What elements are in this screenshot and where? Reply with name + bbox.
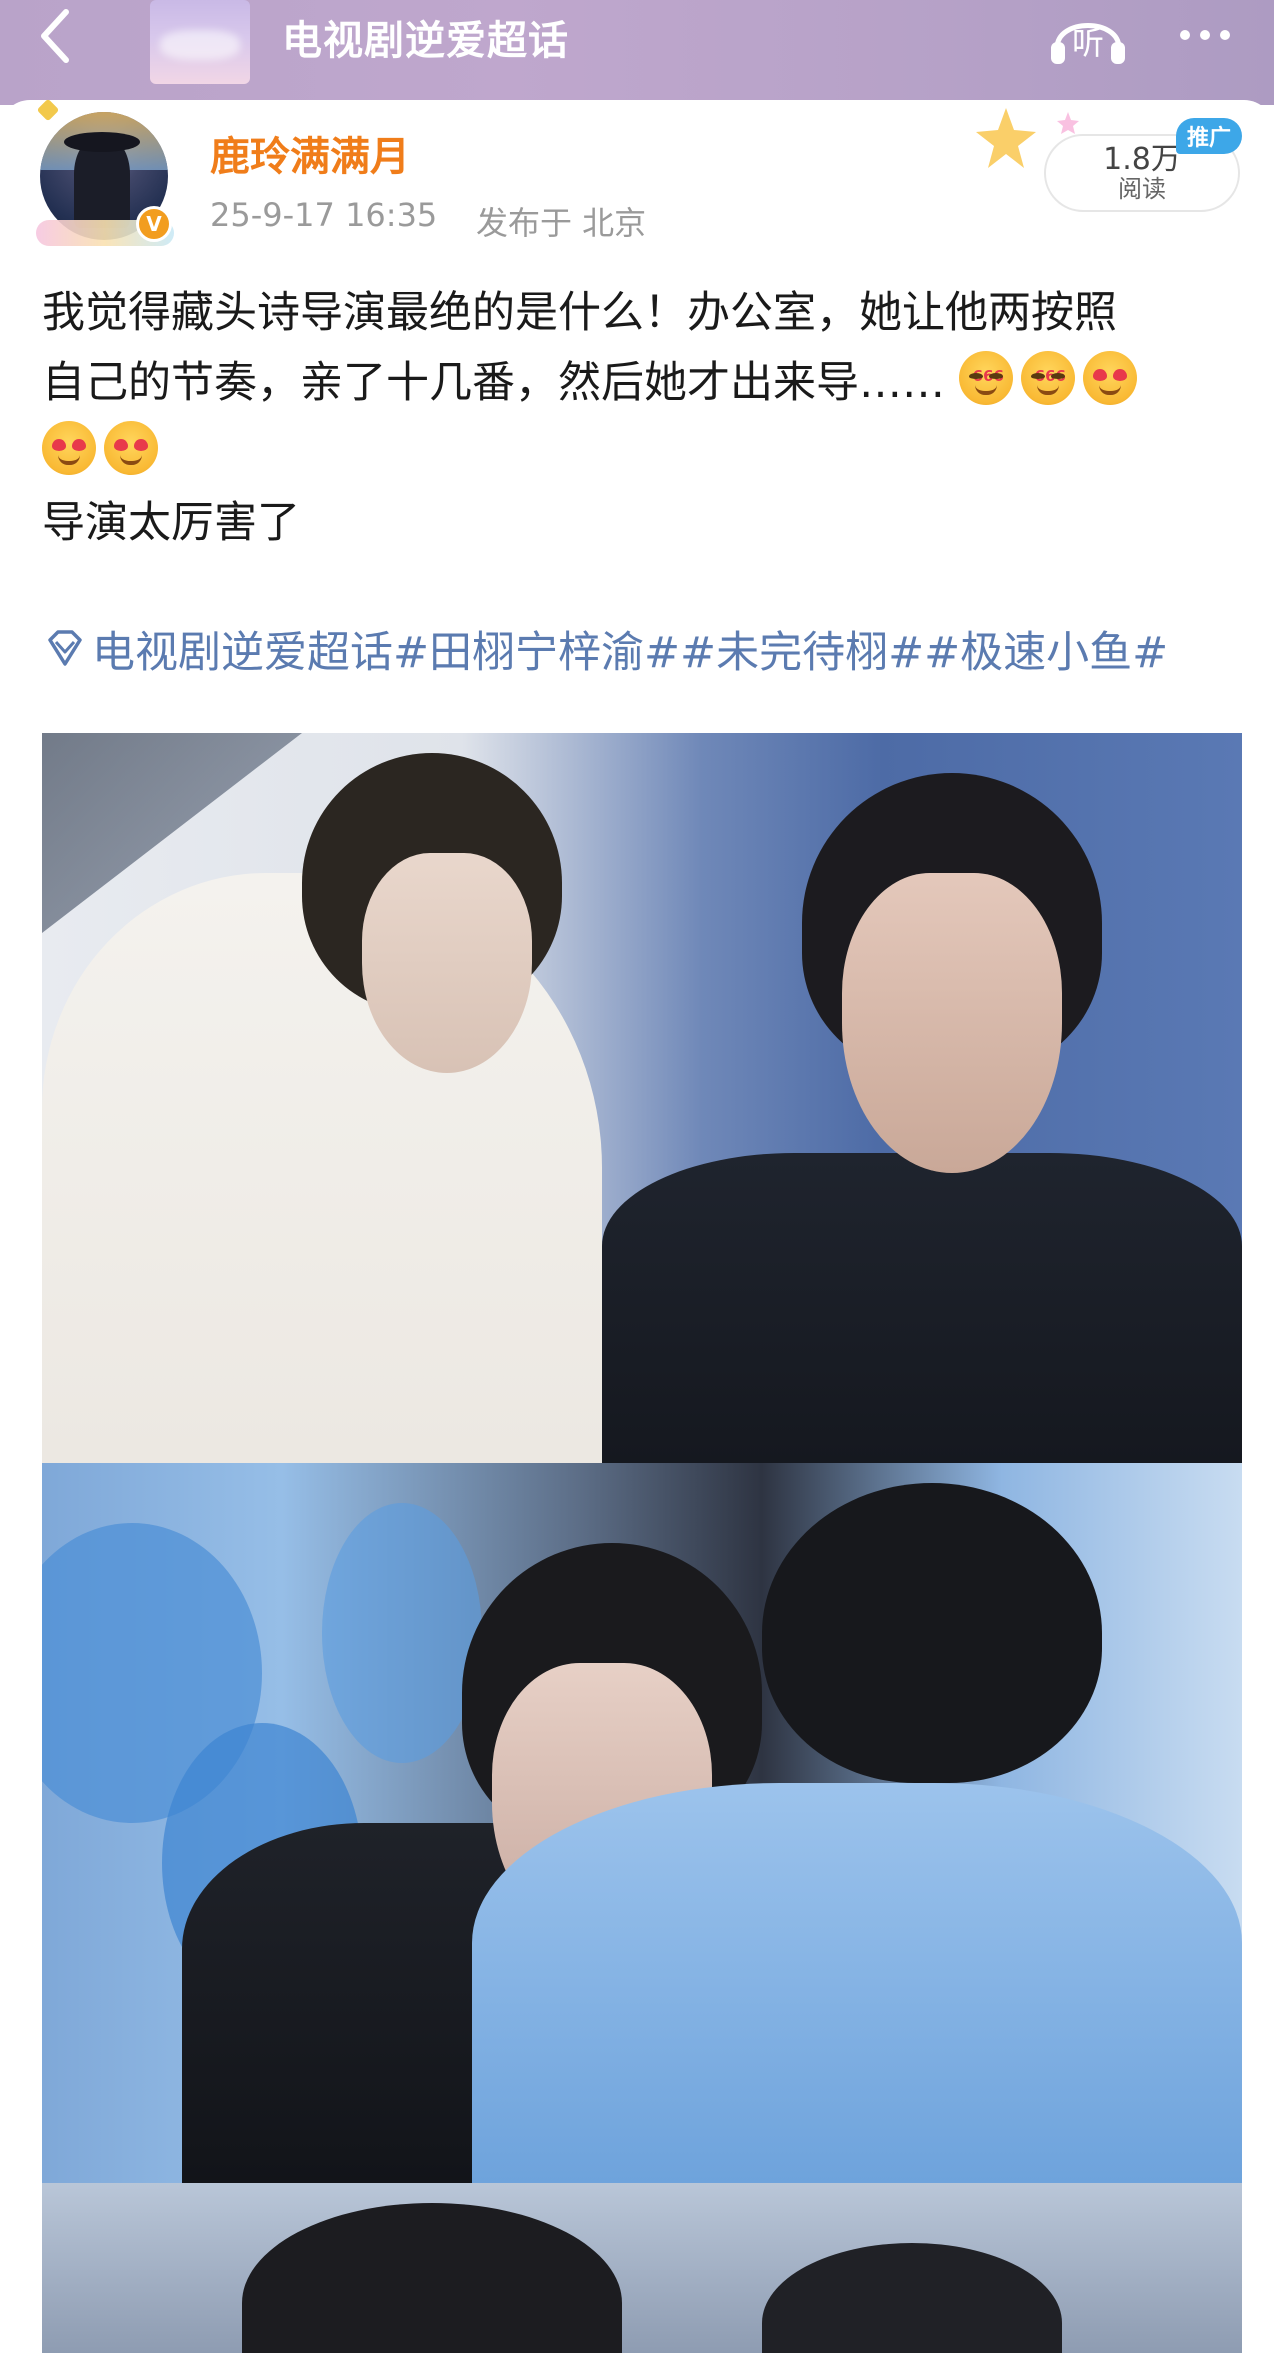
more-button[interactable] <box>1170 10 1240 60</box>
author-name[interactable]: 鹿玲满满月 <box>210 124 410 182</box>
image-white-shirt-back <box>472 1783 1242 2183</box>
post-line-2-text: 自己的节奏，亲了十几番，然后她才出来导…… <box>42 358 945 408</box>
super-topic-diamond-icon <box>48 630 82 666</box>
super-topic-thumbnail[interactable] <box>150 0 250 84</box>
read-label: 阅读 <box>1118 175 1166 203</box>
more-dot <box>1200 30 1210 40</box>
topic-text[interactable]: 电视剧逆爱超话#田栩宁梓渝##未完待栩##极速小鱼# <box>92 618 1168 680</box>
header-bar: 电视剧逆爱超话 听 <box>0 0 1274 105</box>
post-body: 我觉得藏头诗导演最绝的是什么！办公室，她让他两按照 自己的节奏，亲了十几番，然后… <box>42 278 1242 558</box>
read-count: 1.8万 <box>1103 142 1181 177</box>
heart-eyes-emoji-icon <box>42 421 96 475</box>
emoji-heart-eye <box>1112 369 1127 381</box>
image-face-right <box>842 873 1062 1173</box>
listen-label: 听 <box>1072 24 1104 62</box>
post-image-3[interactable] <box>42 2183 1242 2353</box>
emoji-666-icon: 666 <box>1020 351 1075 405</box>
listen-button[interactable]: 听 <box>1048 0 1128 70</box>
emoji-heart-eye <box>52 439 66 451</box>
back-button[interactable] <box>26 6 86 66</box>
heart-eyes-emoji-icon <box>104 421 158 475</box>
page-title[interactable]: 电视剧逆爱超话 <box>282 8 569 66</box>
post-line-3 <box>42 418 1242 488</box>
image-dark-shirt-figure <box>602 1153 1242 1463</box>
image-back-head <box>762 1483 1102 1783</box>
image-face-left <box>362 853 532 1073</box>
avatar-hat <box>64 132 140 152</box>
emoji-eye <box>968 373 983 379</box>
emoji-666-icon: 666 <box>958 351 1013 405</box>
back-arrow-icon <box>41 9 69 63</box>
emoji-mouth <box>58 455 80 465</box>
post-image-1[interactable] <box>42 733 1242 1463</box>
listen-icon: 听 <box>1051 23 1125 64</box>
verified-icon: V <box>136 206 172 242</box>
author-avatar[interactable]: V <box>36 98 174 246</box>
post-location: 发布于 北京 <box>476 204 647 242</box>
image-head-right-partial <box>762 2243 1062 2353</box>
emoji-eye <box>1030 373 1045 379</box>
post-line-4: 导演太厉害了 <box>42 498 300 548</box>
emoji-heart-eye <box>134 439 148 451</box>
more-dots-icon <box>1180 30 1190 40</box>
topic-links[interactable]: 电视剧逆爱超话#田栩宁梓渝##未完待栩##极速小鱼# <box>42 618 1168 680</box>
emoji-heart-eye <box>72 439 86 451</box>
emoji-heart-eye <box>114 439 128 451</box>
post-line-1: 我觉得藏头诗导演最绝的是什么！办公室，她让他两按照 <box>42 288 1117 338</box>
emoji-mouth <box>1098 385 1121 395</box>
more-dot <box>1220 30 1230 40</box>
emoji-eye <box>1050 373 1065 379</box>
emoji-mouth <box>120 455 142 465</box>
heart-eyes-emoji-icon <box>1082 351 1137 405</box>
image-blue-heart-3 <box>322 1503 482 1763</box>
promo-badge: 推广 <box>1176 118 1242 154</box>
post-image-2[interactable] <box>42 1463 1242 2183</box>
emoji-eye <box>988 373 1003 379</box>
post-line-2: 自己的节奏，亲了十几番，然后她才出来导…… 666666 <box>42 348 1242 418</box>
post-time: 25-9-17 16:35 <box>210 196 438 234</box>
image-head-left-partial <box>242 2203 622 2353</box>
emoji-heart-eye <box>1092 369 1107 381</box>
